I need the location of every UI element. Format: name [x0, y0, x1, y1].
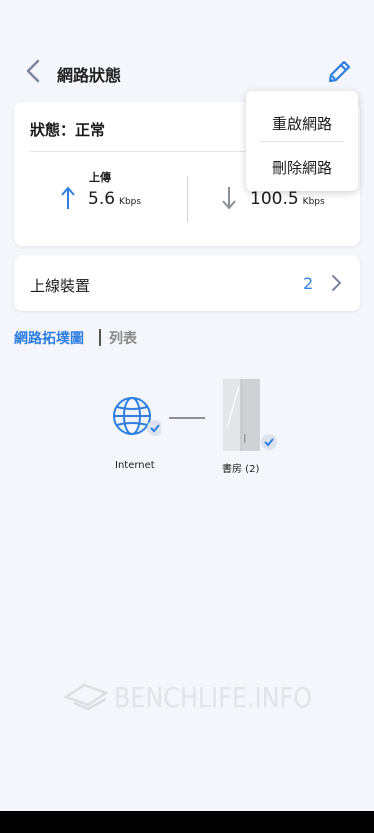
upload-arrow-icon [61, 186, 75, 209]
edit-pencil-icon[interactable] [323, 56, 355, 88]
menu-item-restart-network[interactable]: 重啟網路 [246, 113, 358, 134]
online-devices-row[interactable]: 上線裝置 2 [14, 255, 360, 311]
devices-count: 2 [303, 274, 314, 293]
vertical-divider [187, 176, 188, 222]
status-label: 狀態：正常 [30, 121, 106, 139]
download-arrow-icon [222, 187, 236, 210]
upload-value: 5.6 [88, 189, 116, 209]
devices-label: 上線裝置 [30, 277, 91, 295]
internet-globe-icon[interactable] [111, 396, 161, 440]
tab-separator [99, 329, 101, 346]
download-value: 100.5 [250, 189, 299, 209]
router-device-icon[interactable] [222, 378, 278, 454]
upload-label: 上傳 [89, 171, 111, 184]
menu-item-delete-network[interactable]: 刪除網路 [246, 157, 358, 178]
watermark-logo: BENCHLIFE.INFO [64, 681, 312, 714]
upload-speed: 5.6 Kbps [88, 189, 141, 209]
download-speed: 100.5 Kbps [250, 189, 325, 209]
download-unit: Kbps [302, 197, 325, 207]
system-nav-bar [0, 811, 374, 833]
back-arrow-icon[interactable] [22, 58, 46, 84]
menu-divider [260, 141, 344, 142]
header-bar: 網路狀態 [0, 50, 374, 94]
overflow-menu: 重啟網路 刪除網路 [246, 91, 358, 191]
chevron-right-icon [332, 275, 341, 291]
connection-line [169, 417, 205, 419]
router-label: 書房 (2) [222, 464, 260, 475]
upload-unit: Kbps [119, 197, 142, 207]
tab-topology[interactable]: 網路拓墣圖 [14, 328, 84, 348]
internet-label: Internet [115, 460, 155, 471]
tab-list[interactable]: 列表 [109, 328, 137, 348]
svg-text:BENCHLIFE.INFO: BENCHLIFE.INFO [114, 681, 312, 714]
page-title: 網路狀態 [57, 66, 122, 85]
